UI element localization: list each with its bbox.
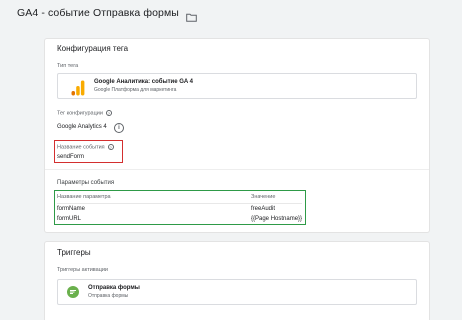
tag-type-selector[interactable]: Google Аналитика: событие GA 4 Google Пл… <box>57 73 417 99</box>
param-value-cell[interactable]: freeAudit <box>251 206 275 212</box>
trigger-item[interactable]: Отправка формы Отправка формы <box>57 279 417 305</box>
event-params-title: Параметры события <box>57 180 115 186</box>
firing-triggers-label: Триггеры активации <box>57 267 109 273</box>
info-icon[interactable]: i <box>114 123 124 133</box>
page-header: GA4 - событие Отправка формы <box>0 0 462 26</box>
divider <box>45 169 429 170</box>
config-tag-label-text: Тег конфигурации <box>57 110 103 117</box>
form-submission-trigger-icon <box>67 286 79 298</box>
page-title[interactable]: GA4 - событие Отправка формы <box>17 7 179 19</box>
event-name-field[interactable]: sendForm <box>57 154 84 160</box>
tag-config-card[interactable]: Конфигурация тега Тип тега Google Аналит… <box>45 39 429 232</box>
param-value-cell[interactable]: {{Page Hostname}} <box>251 216 302 222</box>
param-name-cell[interactable]: formName <box>57 206 85 212</box>
tag-type-name: Google Аналитика: событие GA 4 <box>94 79 194 85</box>
tag-type-subtitle: Google Платформа для маркетинга <box>94 87 177 93</box>
event-name-label-text: Название события <box>57 144 105 151</box>
help-icon[interactable]: ? <box>107 144 114 150</box>
config-tag-value[interactable]: Google Analytics 4 <box>57 124 107 130</box>
config-tag-label: Тег конфигурации? <box>57 110 112 116</box>
param-name-cell[interactable]: formURL <box>57 216 81 222</box>
param-name-header: Название параметра <box>57 194 111 200</box>
triggers-card[interactable]: Триггеры Триггеры активации Отправка фор… <box>45 242 429 320</box>
tag-config-title: Конфигурация тега <box>57 44 129 53</box>
divider <box>57 203 302 204</box>
param-value-header: Значение <box>251 194 276 200</box>
trigger-name: Отправка формы <box>88 285 140 291</box>
folder-icon[interactable] <box>186 9 197 22</box>
triggers-title: Триггеры <box>57 248 91 257</box>
google-analytics-icon <box>68 76 88 96</box>
help-icon[interactable]: ? <box>105 110 112 116</box>
tag-type-label: Тип тега <box>57 63 79 69</box>
event-name-label: Название события? <box>57 144 114 150</box>
trigger-type: Отправка формы <box>88 293 129 299</box>
